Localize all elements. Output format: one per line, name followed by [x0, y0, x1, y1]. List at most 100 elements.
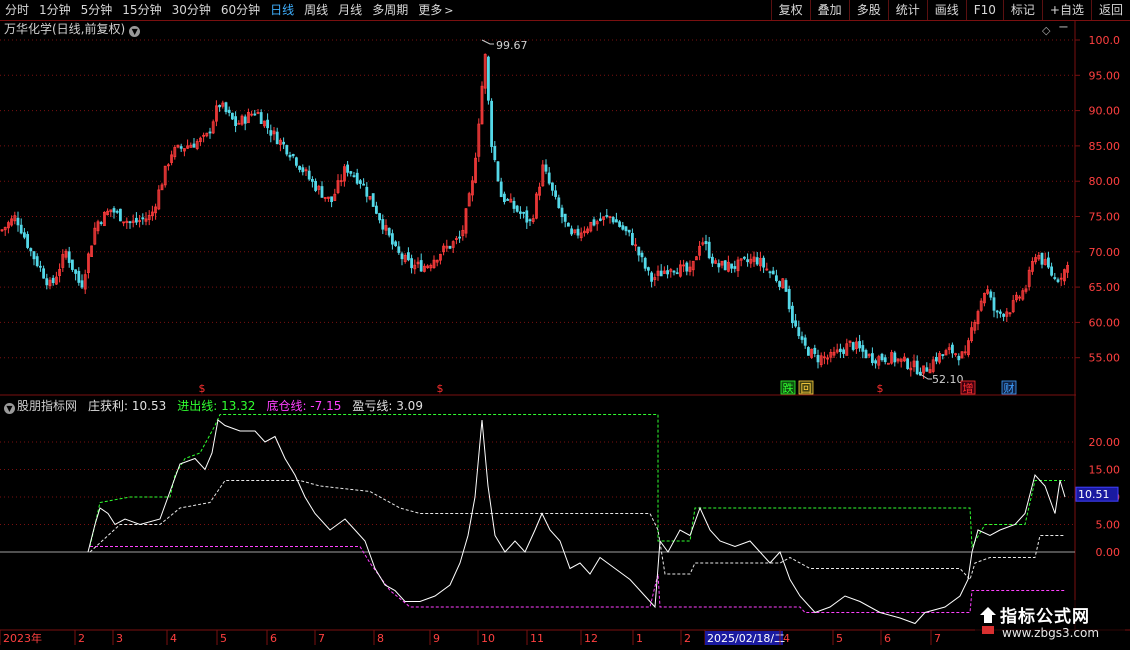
candle-body: [192, 143, 196, 148]
candle-body: [291, 154, 295, 157]
candle-body: [704, 241, 708, 245]
candle-body: [320, 186, 324, 198]
candle-body: [992, 297, 996, 311]
candle-body: [999, 311, 1002, 314]
low-pointer: [919, 373, 932, 380]
candle-body: [1053, 277, 1057, 279]
time-label: 2: [684, 632, 691, 645]
candle-body: [406, 252, 410, 261]
candle-body: [723, 260, 727, 271]
candle-body: [621, 225, 625, 230]
candle-body: [1056, 279, 1060, 282]
candle-body: [551, 182, 554, 191]
candle-body: [243, 116, 247, 124]
candle-body: [775, 275, 778, 282]
candle-body: [647, 267, 650, 271]
candle-body: [762, 257, 765, 268]
candle-body: [42, 268, 45, 279]
candle-body: [285, 145, 289, 155]
candle-body: [871, 353, 874, 363]
candle-body: [839, 348, 842, 352]
candle-body: [755, 257, 759, 265]
candle-body: [627, 229, 631, 233]
price-tick-label: 100.0: [1089, 34, 1121, 47]
candle-body: [807, 347, 810, 356]
current-value-label: 10.51: [1078, 488, 1110, 501]
price-tick-label: 65.00: [1089, 281, 1121, 294]
candle-body: [275, 131, 279, 145]
candle-body: [717, 263, 721, 268]
candle-body: [134, 217, 138, 223]
candle-body: [906, 358, 909, 369]
time-label: 2023年: [3, 631, 42, 645]
candle-body: [410, 258, 414, 269]
candle-body: [224, 102, 228, 113]
candle-body: [547, 172, 551, 184]
candle-body: [45, 278, 49, 286]
candle-body: [995, 310, 999, 313]
high-price-label: 99.67: [496, 39, 528, 52]
candle-body: [794, 320, 797, 327]
candle-body: [74, 269, 77, 274]
candle-body: [519, 211, 522, 214]
candle-body: [544, 164, 548, 172]
candle-body: [128, 221, 132, 224]
candle-body: [486, 56, 490, 101]
candle-body: [502, 193, 506, 203]
candle-body: [314, 181, 318, 191]
candle-body: [358, 180, 362, 184]
candle-body: [615, 219, 618, 223]
candle-body: [592, 219, 596, 226]
candle-body: [797, 327, 801, 337]
candle-body: [208, 131, 212, 134]
candle-body: [640, 252, 644, 258]
candle-body: [576, 228, 580, 236]
candle-body: [787, 288, 791, 310]
dealer-profit-line: [87, 419, 1066, 625]
candle-body: [390, 233, 394, 245]
indicator-tick-label: 15.00: [1089, 464, 1121, 477]
time-label: 5: [220, 632, 227, 645]
candle-body: [39, 265, 42, 268]
candle-body: [880, 353, 884, 361]
candle-body: [490, 100, 494, 147]
time-label: 1: [636, 632, 643, 645]
candle-body: [458, 236, 462, 239]
candle-body: [925, 367, 929, 372]
price-tick-label: 80.00: [1089, 175, 1121, 188]
candle-body: [650, 272, 653, 282]
candle-body: [563, 213, 567, 222]
candle-body: [864, 350, 868, 359]
candle-body: [842, 349, 845, 354]
candle-body: [512, 200, 516, 209]
candle-body: [119, 208, 122, 222]
candle-body: [506, 199, 510, 201]
candle-body: [887, 362, 890, 365]
candle-body: [294, 157, 298, 166]
watermark-logo-icon: [980, 607, 996, 634]
candle-body: [330, 196, 334, 203]
candle-body: [851, 342, 855, 350]
time-label: 7: [934, 632, 941, 645]
watermark-url: www.zbgs3.com: [1002, 626, 1100, 640]
candle-body: [115, 210, 119, 213]
indicator-tick-label: 0.00: [1096, 546, 1121, 559]
candle-body: [957, 355, 961, 361]
candle-body: [71, 259, 74, 270]
candle-body: [253, 113, 257, 116]
candle-body: [941, 354, 945, 356]
price-tick-label: 70.00: [1089, 246, 1121, 259]
candle-body: [77, 270, 81, 283]
signal-marker: $: [437, 382, 444, 395]
candle-body: [557, 197, 561, 208]
candle-body: [666, 270, 669, 275]
price-tick-label: 90.00: [1089, 105, 1121, 118]
candle-body: [112, 208, 116, 213]
price-tick-label: 60.00: [1089, 316, 1121, 329]
candle-body: [400, 253, 404, 260]
candle-body: [355, 172, 359, 184]
candle-body: [381, 219, 385, 230]
candle-body: [22, 232, 26, 238]
candle-body: [685, 262, 689, 272]
time-label: 11: [530, 632, 544, 645]
